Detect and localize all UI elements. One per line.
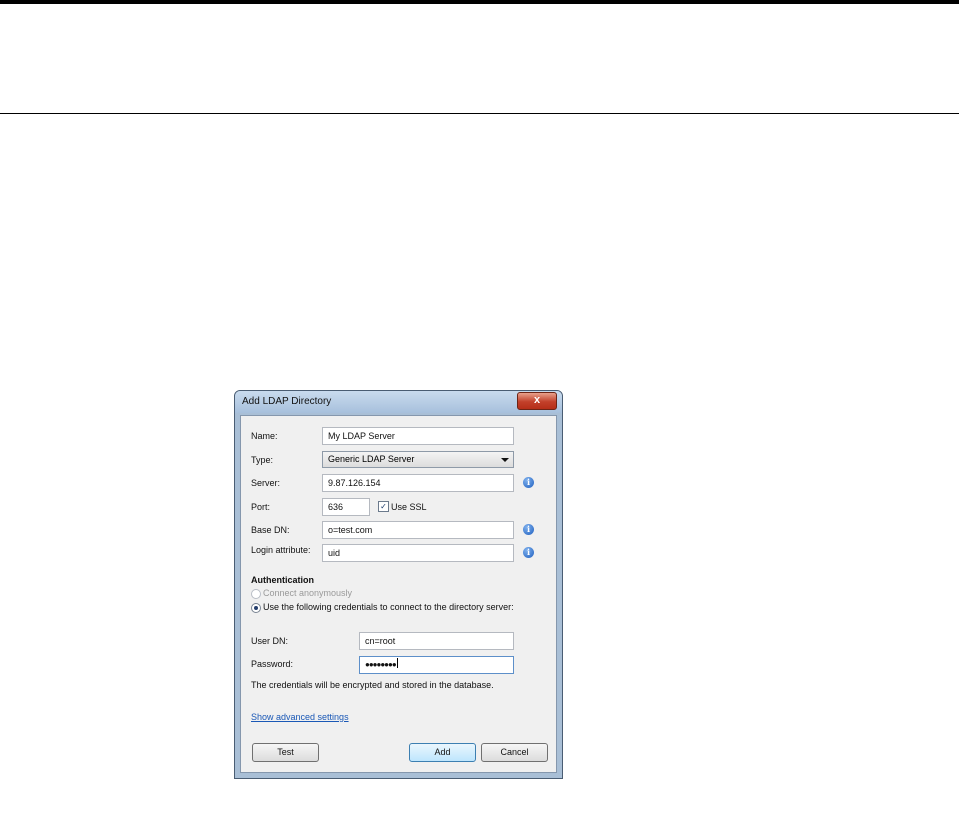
connect-anonymously-label: Connect anonymously [263, 588, 353, 598]
base-dn-field[interactable]: o=test.com [322, 521, 514, 539]
radio-selected-icon [254, 606, 258, 610]
port-label: Port: [251, 502, 271, 512]
server-field[interactable]: 9.87.126.154 [322, 474, 514, 492]
type-label: Type: [251, 455, 274, 465]
top-rule [0, 0, 959, 4]
base-dn-info-icon[interactable]: i [523, 524, 534, 535]
login-attribute-field[interactable]: uid [322, 544, 514, 562]
add-ldap-directory-dialog: Add LDAP Directory x Name: My LDAP Serve… [234, 390, 563, 779]
user-dn-field[interactable]: cn=root [359, 632, 514, 650]
server-info-icon[interactable]: i [523, 477, 534, 488]
login-attribute-info-icon[interactable]: i [523, 547, 534, 558]
add-button[interactable]: Add [409, 743, 476, 762]
server-label: Server: [251, 478, 281, 488]
test-button[interactable]: Test [252, 743, 319, 762]
dialog-body: Name: My LDAP Server Type: Generic LDAP … [240, 415, 557, 773]
show-advanced-settings-link[interactable]: Show advanced settings [251, 712, 349, 722]
dialog-title: Add LDAP Directory [242, 396, 332, 407]
use-credentials-radio[interactable] [251, 603, 261, 613]
base-dn-label: Base DN: [251, 525, 290, 535]
password-value: ●●●●●●●● [365, 660, 397, 669]
name-label: Name: [251, 431, 278, 441]
text-cursor [396, 658, 398, 668]
title-bar: Add LDAP Directory x [235, 391, 562, 413]
cancel-button[interactable]: Cancel [481, 743, 548, 762]
password-label: Password: [251, 659, 294, 669]
use-ssl-checkbox[interactable]: ✓ [378, 501, 389, 512]
user-dn-label: User DN: [251, 636, 289, 646]
login-attribute-label: Login attribute: [251, 545, 311, 555]
password-field[interactable]: ●●●●●●●● [359, 656, 514, 674]
name-field[interactable]: My LDAP Server [322, 427, 514, 445]
authentication-heading: Authentication [251, 575, 314, 585]
use-ssl-label: Use SSL [391, 502, 427, 512]
close-icon[interactable]: x [517, 392, 557, 410]
credentials-note: The credentials will be encrypted and st… [251, 680, 494, 690]
type-select-value: Generic LDAP Server [328, 454, 415, 464]
dropdown-arrow-icon [501, 458, 509, 462]
type-select[interactable]: Generic LDAP Server [322, 451, 514, 468]
connect-anonymously-radio[interactable] [251, 589, 261, 599]
port-field[interactable]: 636 [322, 498, 370, 516]
use-credentials-label: Use the following credentials to connect… [263, 602, 514, 612]
header-divider [0, 113, 959, 114]
